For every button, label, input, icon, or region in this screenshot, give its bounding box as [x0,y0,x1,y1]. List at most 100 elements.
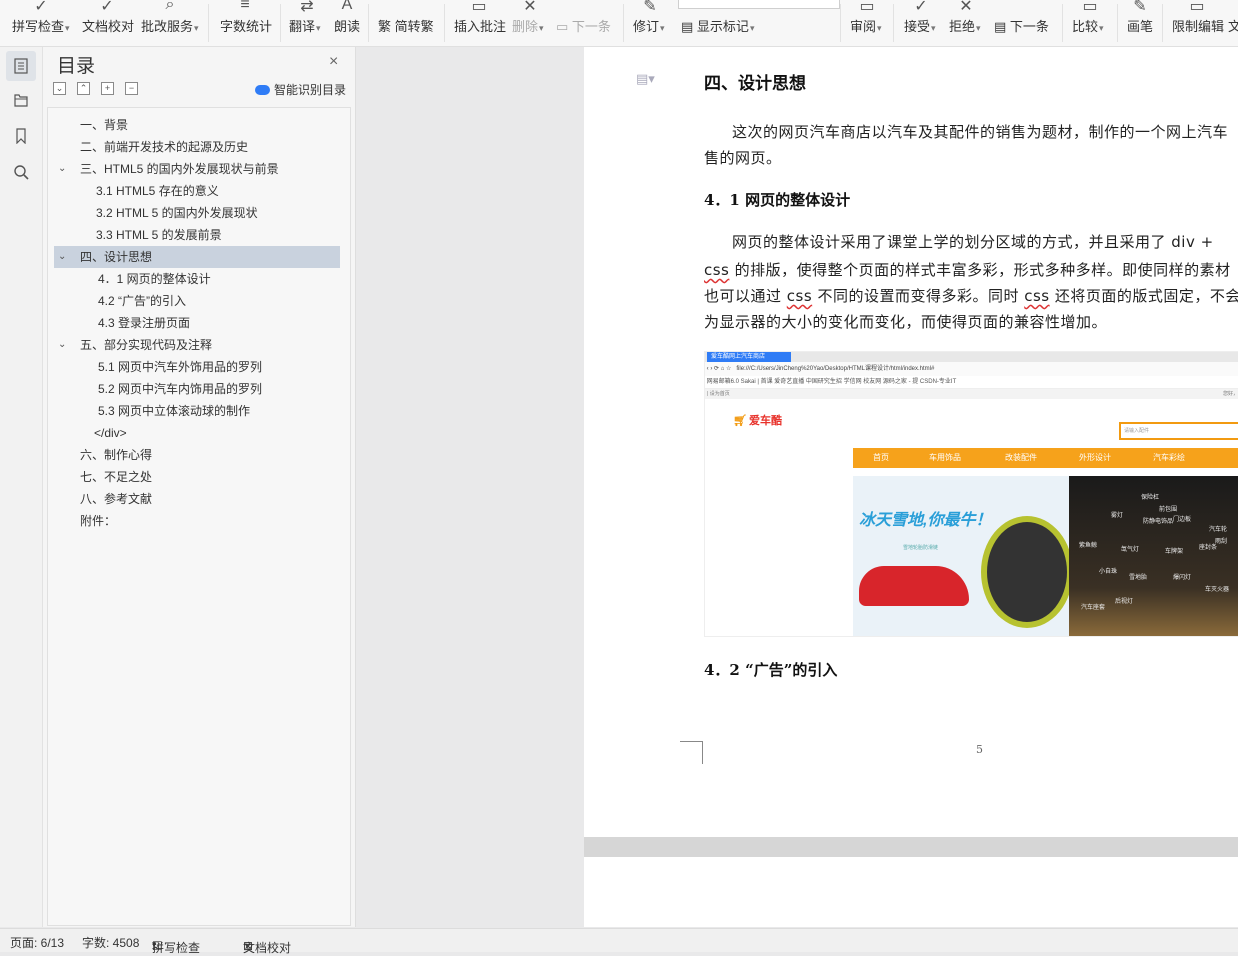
read-aloud-button[interactable]: A 朗读 [334,0,360,46]
section-heading: 四、设计思想 [704,74,806,94]
spell-check-button[interactable]: ✓ 拼写检查▾ [12,0,70,46]
expand-up-icon[interactable]: ⌃ [77,82,90,95]
folder-icon[interactable] [6,85,36,115]
snow-banner: 冰天雪地,你最牛！ 雪地轮胎防滑链 [853,476,1073,636]
toc-item[interactable]: 4.2 “广告”的引入 [54,290,340,312]
toc-item-label: 3.1 HTML5 存在的意义 [96,184,219,198]
overflow-button[interactable]: 文 [1228,0,1238,46]
navigation-icon-strip [0,47,43,927]
smart-toc-button[interactable]: 智能识别目录 [255,81,346,98]
toc-item[interactable]: 附件： [54,510,340,532]
misspelled-word[interactable]: css [704,261,729,279]
collapse-all-icon[interactable]: ⌄ [53,82,66,95]
text-run: 还将页面的版式固定，不会 [1049,287,1238,305]
toc-item[interactable]: 3.2 HTML 5 的国内外发展现状 [54,202,340,224]
reject-button[interactable]: ✕ 拒绝▾ [949,0,983,46]
insert-comment-button[interactable]: ▭ 插入批注 [454,0,506,46]
subsection-heading: 4．2 “广告”的引入 [704,661,838,679]
simplified-to-traditional-button[interactable]: 繁 简转繁 [378,0,436,46]
toc-item[interactable]: 5.3 网页中立体滚动球的制作 [54,400,340,422]
toc-item[interactable]: 5.2 网页中汽车内饰用品的罗列 [54,378,340,400]
compare-button[interactable]: ▭ 比较▾ [1072,0,1108,46]
remove-level-icon[interactable]: − [125,82,138,95]
toc-item[interactable]: 4．1 网页的整体设计 [54,268,340,290]
page-indicator[interactable]: 页面: 6/13 [10,934,64,951]
review-label: 审阅 [850,19,877,34]
toc-icon[interactable] [6,51,36,81]
misspelled-word[interactable]: css [787,287,812,305]
subsection-heading: 4．1 网页的整体设计 [704,191,851,209]
bookmark-icon[interactable] [6,121,36,151]
paragraph-line: 网页的整体设计采用了课堂上学的划分区域的方式，并且采用了 div + [732,233,1214,251]
toc-item-label: 四、设计思想 [80,250,153,264]
chevron-down-icon[interactable]: ⌄ [58,334,66,356]
accept-label: 接受 [904,19,931,34]
compare-icon: ▭ [1082,0,1098,15]
toc-item-label: 3.2 HTML 5 的国内外发展现状 [96,206,258,220]
search-icon[interactable] [6,157,36,187]
ribbon-toolbar: ✓ 拼写检查▾ ✓ 文档校对 ⌕ 批改服务▾ ≡ 字数统计 ⇄ 翻译▾ A 朗读 繁 简转繁… [0,0,1238,47]
check-icon: ✓ [34,0,48,15]
chevron-down-icon[interactable]: ⌄ [58,158,66,180]
tag-label: 后视灯 [1115,599,1134,605]
toc-item[interactable]: 5.1 网页中汽车外饰用品的罗列 [54,356,340,378]
toc-item-label: 一、背景 [80,118,129,132]
embedded-screenshot[interactable]: 爱车酷网上汽车商店 ‹ › ⟳ ⌂ ☆ file:///C:/Users/Jin… [704,351,1238,637]
site-bar-right: 您好，欢 [1222,391,1238,397]
delete-comment-button[interactable]: ✕ 删除▾ [512,0,548,46]
toc-panel: 目录 × ⌄ ⌃ + − 智能识别目录 一、背景 二、前端开发技术的起源及历史 ⌄ 三… [43,47,356,927]
chevron-down-icon[interactable]: ⌄ [58,246,66,268]
next-change-icon: ▤ [994,19,1007,34]
add-level-icon[interactable]: + [101,82,114,95]
next-comment-button[interactable]: ▭ 下一条 [556,0,614,46]
pen-button[interactable]: ✎ 画笔 [1127,0,1153,46]
translate-button[interactable]: ⇄ 翻译▾ [289,0,325,46]
misspelled-word[interactable]: css [1024,287,1049,305]
site-nav-item: 车用饰品 [929,453,961,462]
toc-item[interactable]: ⌄ 四、设计思想 [54,246,340,268]
page-gap [584,837,1238,857]
next-comment-icon: ▭ [556,19,569,34]
cloud-icon [255,85,270,95]
toc-item-label: 4．1 网页的整体设计 [98,272,211,286]
delete-comment-label: 删除 [512,19,539,34]
accept-button[interactable]: ✓ 接受▾ [904,0,938,46]
toc-item[interactable]: 4.3 登录注册页面 [54,312,340,334]
toc-item[interactable]: 一、背景 [54,114,340,136]
tag-label: 门边板 [1173,517,1192,523]
close-icon[interactable]: × [329,53,338,71]
text-run: 也可以通过 [704,287,787,305]
next-change-button[interactable]: ▤ 下一条 [994,0,1052,46]
car-image [859,566,969,606]
show-markup-label: 显示标记 [696,19,749,34]
toc-item[interactable]: ⌄ 三、HTML5 的国内外发展现状与前景 [54,158,340,180]
correction-service-button[interactable]: ⌕ 批改服务▾ [141,0,199,46]
track-changes-label: 修订 [633,19,660,34]
toc-item[interactable]: 六、制作心得 [54,444,340,466]
toc-item[interactable]: 二、前端开发技术的起源及历史 [54,136,340,158]
tag-label: 车灭火器 [1205,587,1230,593]
text-run: 不同的设置而变得多彩。同时 [812,287,1025,305]
comment-icon: ▭ [471,0,487,15]
word-count-button[interactable]: ≡ 字数统计 [220,0,272,46]
toc-item[interactable]: 八、参考文献 [54,488,340,510]
review-button[interactable]: ▭ 审阅▾ [850,0,884,46]
track-changes-button[interactable]: ✎ 修订▾ [633,0,667,46]
toc-item-label: 三、HTML5 的国内外发展现状与前景 [80,162,279,176]
toc-item[interactable]: </div> [54,422,340,444]
doc-proof-button[interactable]: ✓ 文档校对 [82,0,134,46]
toc-item[interactable]: 3.3 HTML 5 的发展前景 [54,224,340,246]
paragraph-menu-icon[interactable]: ▤▾ [636,71,655,87]
tag-label: 汽车轮 [1209,527,1228,533]
browser-bookmarks: 网易邮箱6.0 Sakai | 首课 爱奇艺直播 中国研究生招 学信网 校友网 … [705,376,1238,389]
toc-item[interactable]: 3.1 HTML5 存在的意义 [54,180,340,202]
toc-item[interactable]: ⌄ 五、部分实现代码及注释 [54,334,340,356]
paragraph-line: css 的排版，使得整个页面的样式丰富多彩，形式多种多样。即使同样的素材 [704,259,1231,280]
show-markup-button[interactable]: ▤ 显示标记▾ [681,0,761,46]
toc-item-label: 五、部分实现代码及注释 [80,338,213,352]
pen-icon: ✎ [1133,0,1147,15]
restrict-editing-button[interactable]: ▭ 限制编辑 [1172,0,1224,46]
tag-label: 车牌架 [1165,549,1184,555]
word-count-indicator[interactable]: 字数: 4508 [82,934,139,951]
toc-item[interactable]: 七、不足之处 [54,466,340,488]
